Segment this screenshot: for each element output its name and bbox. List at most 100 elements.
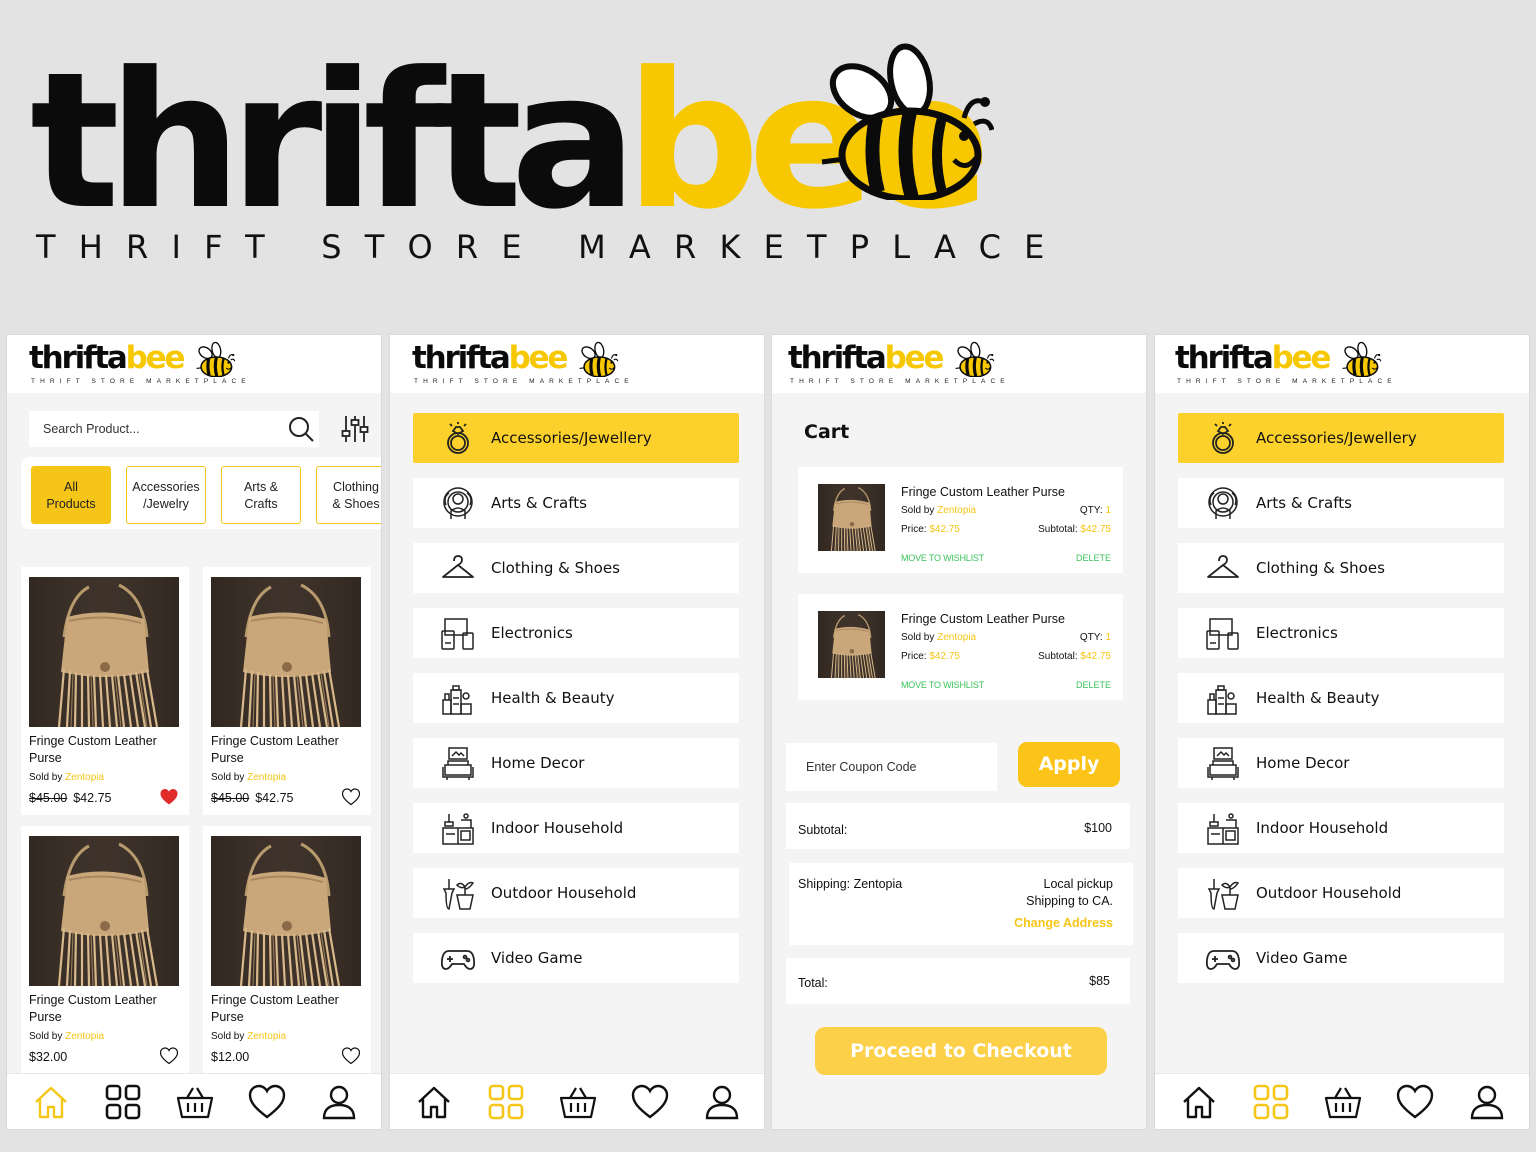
old-price: $45.00 [211,791,250,805]
category-electronics[interactable]: Electronics [413,608,739,658]
category-indoor-household[interactable]: Indoor Household [413,803,739,853]
filter-sliders-icon[interactable] [341,414,369,444]
user-icon[interactable] [319,1082,359,1122]
category-clothing-shoes[interactable]: Clothing & Shoes [413,543,739,593]
bee-icon [577,341,619,377]
cart-item-qty[interactable]: QTY: 1 [1080,632,1111,643]
product-image[interactable] [29,577,179,727]
basket-icon[interactable] [175,1082,215,1122]
delete-link[interactable]: DELETE [1076,553,1111,563]
basket-icon[interactable] [558,1082,598,1122]
shipping-method: Local pickup [1043,877,1114,891]
heart-icon[interactable] [247,1082,287,1122]
coupon-input[interactable] [786,743,997,791]
search-input[interactable] [29,411,279,447]
current-price: $42.75 [255,791,294,805]
grid-icon[interactable] [486,1082,526,1122]
product-image[interactable] [211,577,361,727]
app-logo[interactable]: thriftabee THRIFT STORE MARKETPLACE [1175,341,1415,391]
shipping-destination: Shipping to CA. [1026,894,1113,908]
product-card[interactable]: Fringe Custom Leather Purse Sold by Zent… [21,826,189,1074]
category-label: Outdoor Household [491,884,637,902]
product-thumbnail[interactable] [818,611,885,678]
product-image[interactable] [29,836,179,986]
app-logo[interactable]: thriftabee THRIFT STORE MARKETPLACE [788,341,1028,391]
home-icon[interactable] [414,1082,454,1122]
cart-item-subtotal: Subtotal: $42.75 [1038,524,1111,535]
product-card[interactable]: Fringe Custom Leather Purse Sold by Zent… [21,567,189,815]
hero-tagline: THRIFT STORE MARKETPLACE [36,228,1068,266]
proceed-to-checkout-button[interactable]: Proceed to Checkout [815,1027,1107,1075]
heart-icon[interactable] [340,1046,362,1066]
category-clothing-shoes[interactable]: Clothing & Shoes [1178,543,1504,593]
cart-item: Fringe Custom Leather Purse Sold by Zent… [798,467,1123,573]
chip-clothing-shoes[interactable]: Clothing & Shoes [316,466,381,524]
category-outdoor-household[interactable]: Outdoor Household [413,868,739,918]
change-address-link[interactable]: Change Address [1014,916,1113,930]
delete-link[interactable]: DELETE [1076,680,1111,690]
product-image[interactable] [211,836,361,986]
product-seller: Sold by Zentopia [211,1031,287,1042]
move-to-wishlist-link[interactable]: MOVE TO WISHLIST [901,680,984,690]
category-video-game[interactable]: Video Game [1178,933,1504,983]
product-price: $32.00 [29,1050,67,1064]
category-accessories[interactable]: Accessories/Jewellery [1178,413,1504,463]
user-icon[interactable] [702,1082,742,1122]
move-to-wishlist-link[interactable]: MOVE TO WISHLIST [901,553,984,563]
home-icon[interactable] [1179,1082,1219,1122]
category-electronics[interactable]: Electronics [1178,608,1504,658]
total-label: Total: [798,976,828,990]
heart-icon[interactable] [158,1046,180,1066]
cart-item: Fringe Custom Leather Purse Sold by Zent… [798,594,1123,700]
product-name: Fringe Custom Leather Purse [29,993,157,1024]
kitchen-icon [441,812,475,846]
product-thumbnail[interactable] [818,484,885,551]
apply-button[interactable]: Apply [1018,742,1120,787]
app-logo[interactable]: thriftabee THRIFT STORE MARKETPLACE [29,341,269,391]
cart-item-seller: Sold by Zentopia [901,505,977,516]
bee-icon [1340,341,1382,377]
heart-icon[interactable] [1395,1082,1435,1122]
search-icon[interactable] [287,415,315,443]
category-indoor-household[interactable]: Indoor Household [1178,803,1504,853]
cart-item-price: Price: $42.75 [901,524,960,535]
product-seller: Sold by Zentopia [29,1031,105,1042]
chip-accessories[interactable]: Accessories /Jewelry [126,466,206,524]
product-price: $45.00 $42.75 [211,791,293,805]
plant-icon [441,877,475,911]
category-outdoor-household[interactable]: Outdoor Household [1178,868,1504,918]
cosmetics-icon [1206,682,1240,716]
chip-all-products[interactable]: All Products [31,466,111,524]
category-label: Home Decor [491,754,585,772]
user-icon[interactable] [1467,1082,1507,1122]
category-health-beauty[interactable]: Health & Beauty [413,673,739,723]
page-title: Cart [804,421,850,443]
category-home-decor[interactable]: Home Decor [413,738,739,788]
category-accessories[interactable]: Accessories/Jewellery [413,413,739,463]
app-logo[interactable]: thriftabee THRIFT STORE MARKETPLACE [412,341,652,391]
heart-icon[interactable] [340,787,362,807]
category-home-decor[interactable]: Home Decor [1178,738,1504,788]
cart-item-qty[interactable]: QTY: 1 [1080,505,1111,516]
basket-icon[interactable] [1323,1082,1363,1122]
category-video-game[interactable]: Video Game [413,933,739,983]
subtotal-value: $100 [1084,821,1112,835]
home-icon[interactable] [31,1082,71,1122]
product-card[interactable]: Fringe Custom Leather Purse Sold by Zent… [203,826,371,1074]
devices-icon [441,617,475,651]
category-label: Accessories/Jewellery [491,429,652,447]
heart-icon[interactable] [630,1082,670,1122]
total-row: Total: $85 [786,958,1130,1004]
category-arts-crafts[interactable]: Arts & Crafts [413,478,739,528]
shipping-label: Shipping: Zentopia [798,877,903,891]
category-arts-crafts[interactable]: Arts & Crafts [1178,478,1504,528]
heart-filled-icon[interactable] [158,787,180,807]
grid-icon[interactable] [1251,1082,1291,1122]
chip-arts-crafts[interactable]: Arts & Crafts [221,466,301,524]
product-seller: Sold by Zentopia [29,772,105,783]
grid-icon[interactable] [103,1082,143,1122]
sofa-icon [441,747,475,781]
product-card[interactable]: Fringe Custom Leather Purse Sold by Zent… [203,567,371,815]
category-health-beauty[interactable]: Health & Beauty [1178,673,1504,723]
search-bar [29,411,319,447]
